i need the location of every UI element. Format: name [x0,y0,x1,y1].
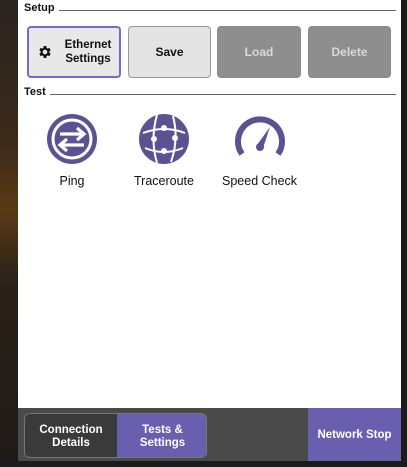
device-bezel-bottom [0,461,407,467]
delete-button[interactable]: Delete [308,26,391,78]
ethernet-settings-label: Ethernet Settings [63,38,113,66]
traceroute-icon [137,112,191,166]
tab-connection-details[interactable]: Connection Details [25,414,117,457]
test-item-traceroute[interactable]: Traceroute [134,112,194,188]
ethernet-settings-button[interactable]: Ethernet Settings [27,26,121,78]
tab-tests-settings-label-line1: Tests & [142,423,183,436]
test-divider [24,94,396,95]
gear-icon [37,44,53,60]
network-stop-button[interactable]: Network Stop [308,408,401,461]
device-frame: Setup Ethernet Settings Save Load Delete… [0,0,407,467]
tab-tests-settings-label-line2: Settings [139,436,186,449]
device-bezel-right [401,0,407,467]
speed-check-icon [233,112,287,166]
tab-tests-settings-label: Tests & Settings [140,424,185,450]
test-item-speed-check[interactable]: Speed Check [222,112,297,188]
test-item-ping[interactable]: Ping [45,112,99,188]
tab-connection-details-label-line2: Details [52,436,90,449]
ping-icon [45,112,99,166]
setup-divider [24,10,396,11]
tab-connection-details-label-line1: Connection [39,423,103,436]
app-screen: Setup Ethernet Settings Save Load Delete… [18,0,401,461]
tab-tests-settings[interactable]: Tests & Settings [117,414,206,457]
ethernet-settings-label-line1: Ethernet [64,39,112,51]
device-bezel-left [0,0,18,467]
bottom-nav-bar: Connection Details Tests & Settings Netw… [18,408,401,461]
tab-connection-details-label: Connection Details [39,424,102,450]
nav-segment-group: Connection Details Tests & Settings [24,413,207,458]
load-button[interactable]: Load [217,26,301,78]
ethernet-settings-label-line2: Settings [65,53,111,65]
traceroute-label: Traceroute [134,174,194,188]
save-button[interactable]: Save [128,26,211,78]
ping-label: Ping [59,174,85,188]
test-section-title: Test [24,86,50,98]
setup-section-title: Setup [24,2,59,14]
speed-check-label: Speed Check [222,174,298,188]
